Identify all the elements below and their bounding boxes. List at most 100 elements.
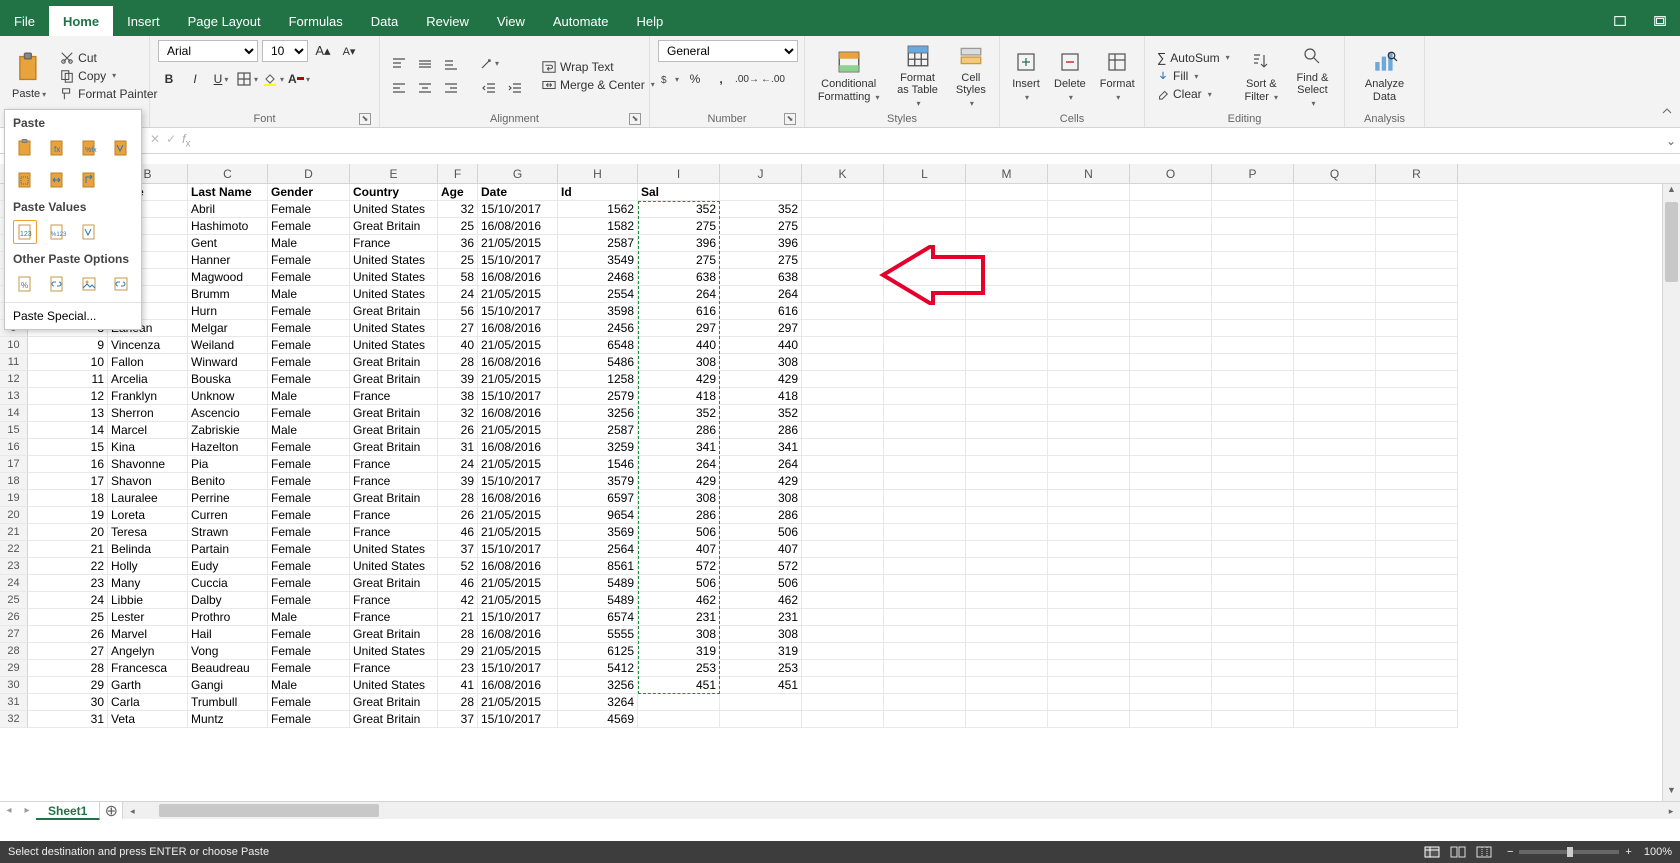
cell[interactable]: 2579 [558,388,638,405]
cell[interactable]: Perrine [188,490,268,507]
cell[interactable] [1212,422,1294,439]
cell[interactable] [1376,184,1458,201]
cell[interactable] [884,303,966,320]
cell[interactable] [884,456,966,473]
column-header[interactable]: R [1376,164,1458,183]
paste-keep-width-icon[interactable] [45,168,69,192]
cell[interactable] [1212,694,1294,711]
cell[interactable] [802,286,884,303]
cell[interactable]: 3259 [558,439,638,456]
cell[interactable] [1212,252,1294,269]
tab-view[interactable]: View [483,6,539,36]
cell[interactable] [1130,677,1212,694]
column-header[interactable]: I [638,164,720,183]
cell[interactable] [1212,507,1294,524]
cell[interactable] [1130,643,1212,660]
cell[interactable]: 341 [638,439,720,456]
cell[interactable]: France [350,388,438,405]
cell[interactable]: 21/05/2015 [478,422,558,439]
cell[interactable] [1212,473,1294,490]
cell[interactable] [1294,252,1376,269]
cell[interactable] [1376,643,1458,660]
row-header[interactable]: 26 [0,609,28,626]
add-sheet-icon[interactable]: ⊕ [100,801,122,821]
paste-values-source-icon[interactable] [77,220,101,244]
decrease-decimal-icon[interactable]: ←.00 [762,68,784,90]
cell[interactable] [884,694,966,711]
cell[interactable]: Great Britain [350,218,438,235]
cell[interactable] [802,371,884,388]
cell[interactable] [1130,388,1212,405]
cell[interactable] [966,575,1048,592]
cell[interactable] [1048,456,1130,473]
cell[interactable] [1294,201,1376,218]
cell[interactable] [1130,235,1212,252]
cell[interactable]: United States [350,541,438,558]
cell[interactable]: Male [268,235,350,252]
cell[interactable] [802,456,884,473]
cell[interactable] [1376,592,1458,609]
paste-picture-icon[interactable] [77,272,101,296]
cell[interactable] [720,184,802,201]
align-left-icon[interactable] [388,77,410,99]
column-header[interactable]: D [268,164,350,183]
cell[interactable]: Muntz [188,711,268,728]
cell[interactable]: Great Britain [350,711,438,728]
cell[interactable] [802,405,884,422]
cell[interactable] [1130,609,1212,626]
cell[interactable] [1294,524,1376,541]
cell[interactable]: Female [268,524,350,541]
row-header[interactable]: 25 [0,592,28,609]
cell[interactable]: Great Britain [350,422,438,439]
cell[interactable]: 16 [28,456,108,473]
cell[interactable] [1212,524,1294,541]
cell[interactable]: Kina [108,439,188,456]
font-size-select[interactable]: 10 [262,40,308,62]
cell[interactable]: 2587 [558,422,638,439]
underline-button[interactable]: U▾ [210,68,232,90]
cell[interactable] [1294,694,1376,711]
cell[interactable]: 275 [720,218,802,235]
cell[interactable] [802,184,884,201]
cell[interactable] [802,507,884,524]
cell[interactable] [802,439,884,456]
cell[interactable]: 308 [638,354,720,371]
cell[interactable]: 41 [438,677,478,694]
cell[interactable] [1376,269,1458,286]
column-header[interactable]: O [1130,164,1212,183]
cell[interactable]: 286 [638,507,720,524]
cell[interactable]: 352 [638,405,720,422]
cell[interactable] [966,337,1048,354]
cell[interactable] [802,269,884,286]
cell[interactable] [966,354,1048,371]
cell[interactable]: 19 [28,507,108,524]
cell[interactable]: 429 [638,473,720,490]
cell[interactable] [966,677,1048,694]
cell[interactable] [1376,388,1458,405]
cell[interactable] [1376,711,1458,728]
cell[interactable] [884,218,966,235]
cell[interactable]: Brumm [188,286,268,303]
zoom-slider[interactable] [1519,850,1619,854]
cell[interactable]: Female [268,405,350,422]
cell[interactable] [884,354,966,371]
cell[interactable]: Shavonne [108,456,188,473]
cell[interactable]: 16/08/2016 [478,677,558,694]
cell[interactable] [1376,626,1458,643]
cell[interactable]: Franklyn [108,388,188,405]
tab-review[interactable]: Review [412,6,483,36]
cell[interactable] [1294,456,1376,473]
cell[interactable]: 418 [638,388,720,405]
row-header[interactable]: 24 [0,575,28,592]
cell[interactable] [1294,609,1376,626]
cell[interactable]: United States [350,252,438,269]
cell[interactable] [1048,371,1130,388]
cell[interactable]: Female [268,575,350,592]
cell[interactable] [1376,558,1458,575]
cell[interactable] [802,660,884,677]
cell[interactable]: Female [268,320,350,337]
cell[interactable] [1048,252,1130,269]
cell[interactable]: France [350,456,438,473]
cell[interactable] [1212,337,1294,354]
cell[interactable]: Country [350,184,438,201]
